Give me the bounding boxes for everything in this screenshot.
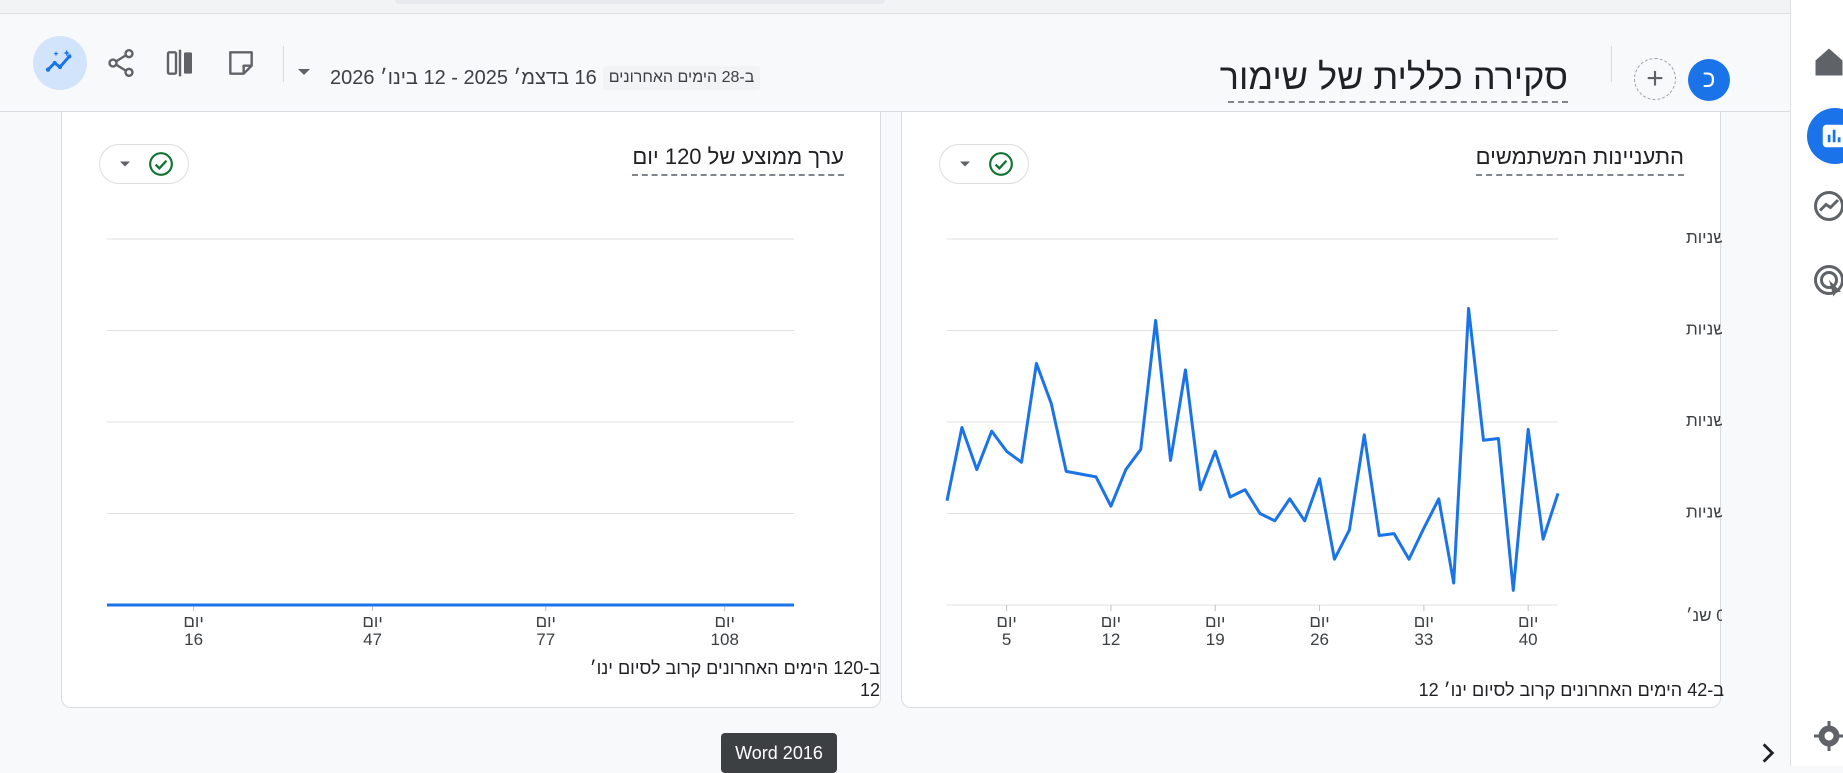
check-circle-icon [148,152,173,176]
card-120-day-average: ערך ממוצע של 120 יום יום 16 יום 47 יום 77 יום 1… [61,112,881,708]
status-chip[interactable] [99,144,189,184]
y-tick-label: 5 דקות 00 שניות [1686,320,1722,339]
x-tick-label: 19 [1206,630,1225,649]
y-tick-label: 6 דקות 40 שניות [1686,228,1722,247]
avatar[interactable]: כ [1688,59,1730,101]
x-tick-prefix: יום [183,612,203,631]
nav-reports[interactable] [1807,108,1843,164]
advertising-icon [1814,265,1843,297]
status-chip[interactable] [939,144,1029,184]
x-tick-label: 5 [1002,630,1011,649]
x-tick-label: 47 [363,630,382,649]
x-tick-prefix: יום [1205,612,1225,631]
x-tick-label: 12 [1101,630,1120,649]
date-range-picker[interactable]: ב-28 הימים האחרונים 16 בדצמ׳ 2025 - 12 ב… [330,64,761,92]
add-button[interactable]: + [1634,58,1676,100]
nav-rail [1790,0,1843,766]
compare-icon [166,49,192,77]
nav-settings[interactable] [1811,718,1843,754]
browser-top-strip [0,0,1790,14]
x-tick-label: 77 [536,630,555,649]
compare-button[interactable] [153,36,207,90]
page-header: ב-28 הימים האחרונים 16 בדצמ׳ 2025 - 12 ב… [0,14,1790,112]
series-line [945,307,1560,592]
insights-icon [45,49,72,72]
date-range-prefix: ב-28 הימים האחרונים [602,66,761,90]
y-tick-label: 1 דקות 40 שניות [1686,503,1722,522]
x-tick-prefix: יום [715,612,735,631]
next-button[interactable] [1748,733,1788,773]
insights-button[interactable] [33,36,87,90]
chevron-down-icon [959,161,970,167]
x-tick-prefix: יום [1518,612,1538,631]
date-dropdown-icon[interactable] [293,62,315,82]
toolbar-divider [283,46,284,82]
y-tick-label: 0 שנ׳ [1686,606,1722,625]
chevron-down-icon [119,161,130,167]
chevron-right-icon [1762,743,1775,763]
top-pill [395,0,885,4]
card-footer: ב-120 הימים האחרונים קרוב לסיום ינו׳ 12 [589,658,880,700]
tooltip: Word 2016 [721,733,837,773]
x-tick-label: 33 [1414,630,1433,649]
home-icon [1815,48,1843,76]
x-tick-prefix: יום [536,612,556,631]
share-icon [108,49,134,77]
x-tick-prefix: יום [1414,612,1434,631]
chart-user-engagement: 0 שנ׳ 1 דקות 40 שניות 3 דקות 20 שניות 5 דקו… [945,228,1722,649]
x-tick-prefix: יום [1101,612,1121,631]
page-title[interactable]: סקירה כללית של שימור [1220,53,1568,103]
x-tick-label: 108 [711,630,739,649]
header-divider [1611,46,1612,82]
reports-icon [1822,124,1843,148]
card-user-engagement: התעניינות המשתמשים 0 שנ׳ 1 דקות 40 שניות 3… [901,112,1724,708]
settings-icon [1814,721,1843,751]
card-title[interactable]: התעניינות המשתמשים [1475,144,1684,176]
nav-home[interactable] [1811,44,1843,80]
x-tick-prefix: יום [1309,612,1329,631]
chart-120-day-average: יום16יום47יום77יום108 [107,238,794,649]
note-icon [229,51,253,75]
note-button[interactable] [214,36,268,90]
x-tick-label: 40 [1519,630,1538,649]
x-tick-label: 26 [1310,630,1329,649]
x-tick-prefix: יום [996,612,1016,631]
card-title[interactable]: ערך ממוצע של 120 יום [632,144,844,176]
nav-explore[interactable] [1811,188,1843,224]
date-range-value: 16 בדצמ׳ 2025 - 12 בינו׳ 2026 [330,66,597,89]
nav-advertising[interactable] [1811,262,1843,298]
card-footer: ב-42 הימים האחרונים קרוב לסיום ינו׳ 12 [1418,680,1724,700]
check-circle-icon [988,152,1013,176]
x-tick-prefix: יום [362,612,382,631]
x-tick-label: 16 [184,630,203,649]
y-tick-label: 3 דקות 20 שניות [1686,411,1722,430]
explore-icon [1814,191,1843,221]
share-button[interactable] [94,36,148,90]
